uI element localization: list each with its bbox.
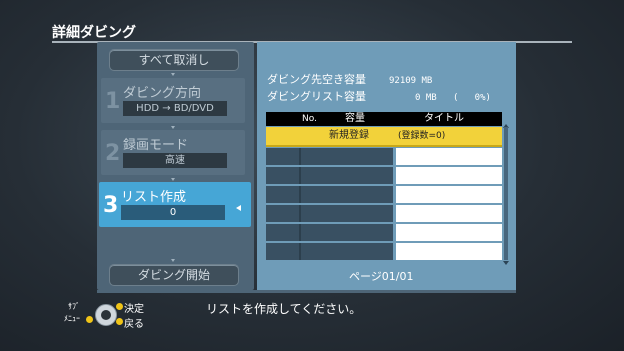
step-value: 0 (121, 205, 225, 220)
step-number: 3 (103, 193, 119, 218)
list-size-value-wrap: 0 MB (415, 90, 437, 103)
step-dubbing-direction[interactable]: 1 ダビング方向 HDD → BD/DVD (101, 78, 245, 123)
header-title: タイトル (424, 113, 464, 124)
new-entry-label: 新規登録 (329, 130, 369, 141)
table-row[interactable] (266, 205, 502, 222)
header-capacity: 容量 (345, 113, 365, 124)
sub-label: ｻﾌﾞ (68, 302, 80, 311)
list-size-value: 0 MB (415, 93, 437, 103)
list-size-percent-wrap: ( 0%) (453, 90, 491, 103)
list-size-info: ダビングリスト容量 (267, 88, 366, 104)
selection-caret-icon (236, 205, 241, 211)
table-row[interactable] (266, 167, 502, 184)
step-arrow-icon (171, 73, 175, 76)
new-entry-count: (登録数=0) (398, 131, 446, 141)
table-row[interactable] (266, 148, 502, 165)
table-row[interactable] (266, 243, 502, 260)
free-space-info: ダビング先空き容量 (267, 71, 366, 87)
step-number: 1 (105, 89, 121, 114)
yellow-dot-icon (116, 318, 123, 325)
yellow-dot-icon (86, 316, 93, 323)
step-number: 2 (105, 141, 121, 166)
decide-label: 決定 (124, 304, 144, 315)
remote-dpad-icon (95, 304, 117, 326)
list-size-percent: ( 0%) (453, 93, 491, 103)
free-space-value-wrap: 92109 MB (389, 73, 432, 86)
list-size-label: ダビングリスト容量 (267, 90, 366, 103)
row-divider (266, 145, 502, 147)
step-label: ダビング方向 (123, 86, 202, 101)
step-arrow-icon (171, 126, 175, 129)
start-dubbing-button[interactable]: ダビング開始 (109, 264, 239, 286)
dubbing-list-panel: ダビング先空き容量 92109 MB ダビングリスト容量 0 MB ( 0%) … (257, 42, 516, 290)
help-text: リストを作成してください。 (206, 302, 362, 316)
screen-title: 詳細ダビング (52, 25, 136, 41)
step-label: リスト作成 (121, 190, 187, 205)
step-label: 録画モード (123, 138, 189, 153)
menu-label: ﾒﾆｭｰ (64, 314, 80, 323)
header-no: No. (302, 114, 317, 124)
footer-divider (97, 290, 516, 293)
scrollbar[interactable] (504, 127, 508, 260)
table-row[interactable] (266, 186, 502, 203)
scroll-down-icon[interactable] (503, 261, 509, 265)
new-entry-row[interactable]: 新規登録 (登録数=0) (266, 127, 502, 145)
page-indicator: ページ01/01 (349, 270, 414, 283)
cancel-all-button[interactable]: すべて取消し (109, 49, 239, 71)
step-record-mode[interactable]: 2 録画モード 高速 (101, 130, 245, 175)
table-header: No. 容量 タイトル (266, 112, 502, 126)
step-value: HDD → BD/DVD (123, 101, 227, 116)
step-value: 高速 (123, 153, 227, 168)
table-row[interactable] (266, 224, 502, 241)
free-space-label: ダビング先空き容量 (267, 73, 366, 86)
step-list-create[interactable]: 3 リスト作成 0 (99, 182, 251, 227)
free-space-value: 92109 MB (389, 76, 433, 86)
back-label: 戻る (124, 319, 144, 330)
step-menu-panel: すべて取消し 1 ダビング方向 HDD → BD/DVD 2 録画モード 高速 … (97, 42, 254, 290)
yellow-dot-icon (116, 303, 123, 310)
step-arrow-icon (171, 259, 175, 262)
step-arrow-icon (171, 178, 175, 181)
